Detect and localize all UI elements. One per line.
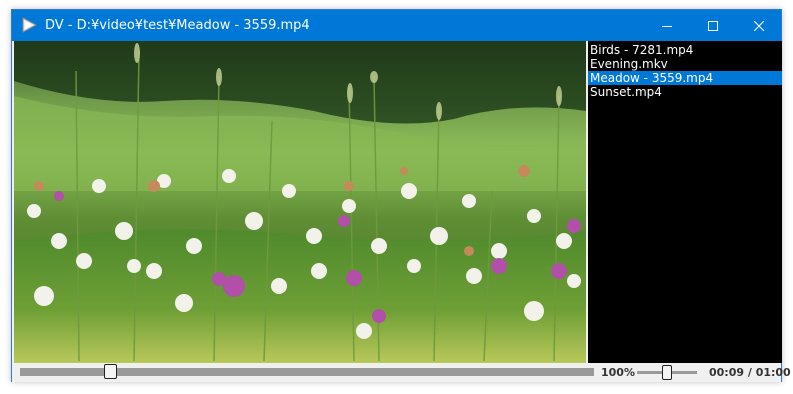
- time-display: 00:09 / 01:00: [709, 366, 791, 379]
- playlist-item[interactable]: Birds - 7281.mp4: [588, 43, 782, 57]
- zoom-level: 100%: [601, 366, 635, 379]
- close-button[interactable]: [736, 10, 782, 41]
- window-title: DV - D:¥video¥test¥Meadow - 3559.mp4: [45, 18, 310, 33]
- player-window: DV - D:¥video¥test¥Meadow - 3559.mp4 Bir…: [11, 9, 791, 382]
- minimize-button[interactable]: [644, 10, 690, 41]
- playlist-item[interactable]: Sunset.mp4: [588, 85, 782, 99]
- volume-slider[interactable]: [637, 365, 697, 380]
- volume-thumb[interactable]: [662, 365, 672, 380]
- meadow-video-image: [14, 41, 586, 363]
- maximize-button[interactable]: [690, 10, 736, 41]
- close-icon: [753, 16, 765, 35]
- playlist-item-selected[interactable]: Meadow - 3559.mp4: [588, 71, 782, 85]
- control-bar: 100% 00:09 / 01:00: [12, 363, 791, 382]
- title-bar[interactable]: DV - D:¥video¥test¥Meadow - 3559.mp4: [12, 10, 781, 41]
- playlist-panel[interactable]: Birds - 7281.mp4 Evening.mkv Meadow - 35…: [588, 41, 782, 363]
- seek-bar[interactable]: [20, 364, 594, 379]
- maximize-icon: [708, 16, 718, 35]
- video-frame[interactable]: [14, 41, 586, 363]
- minimize-icon: [662, 16, 672, 35]
- play-triangle-icon: [21, 17, 38, 33]
- playlist-item[interactable]: Evening.mkv: [588, 57, 782, 71]
- seek-thumb[interactable]: [104, 364, 117, 379]
